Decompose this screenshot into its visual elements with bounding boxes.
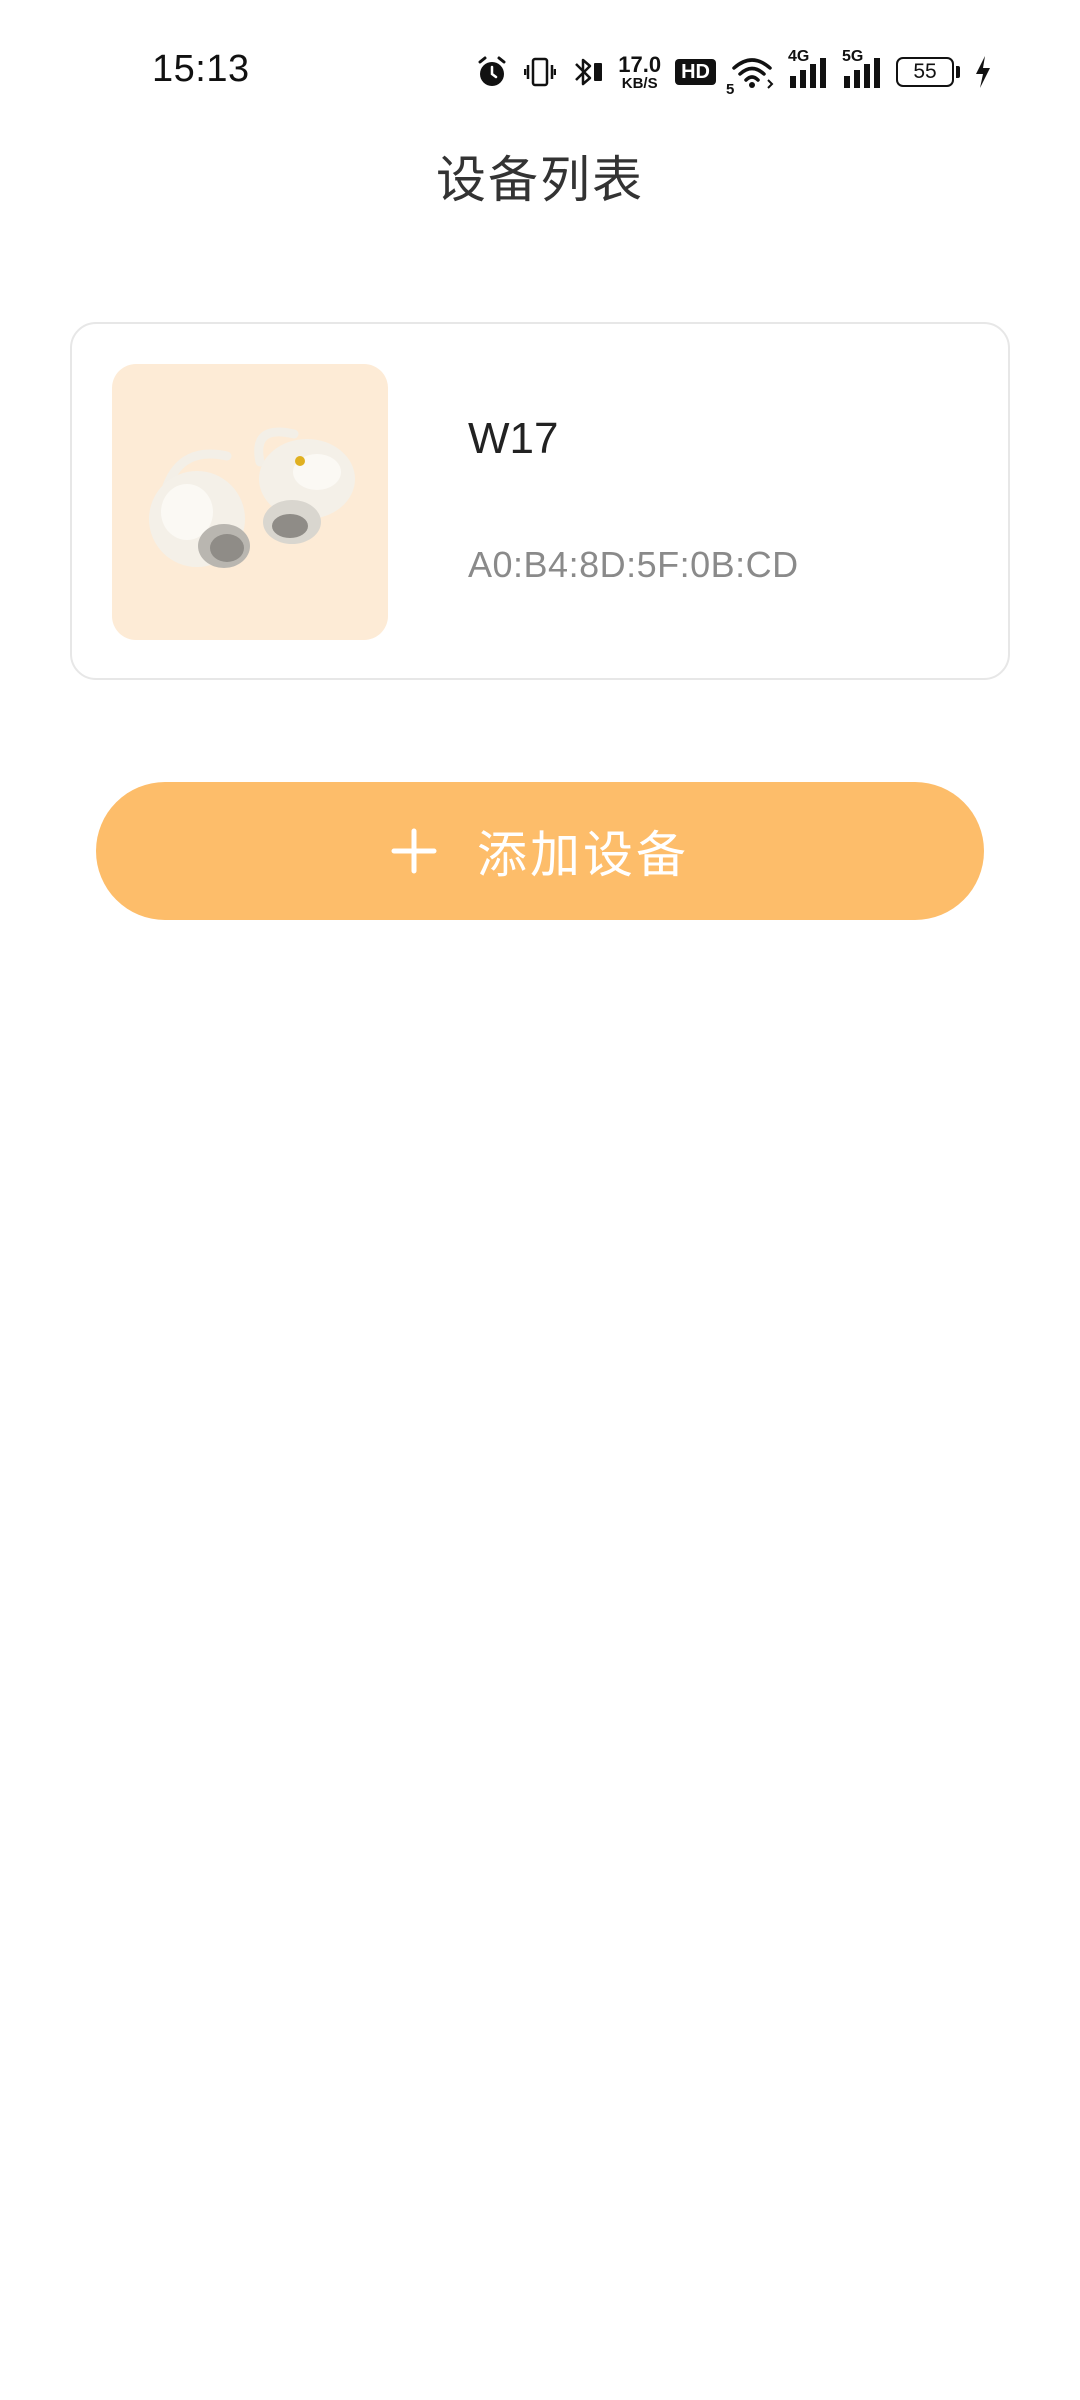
- status-icons: 17.0 KB/S HD 5 4G 5G 55: [474, 48, 992, 98]
- wifi-sub-label: 5: [726, 81, 735, 98]
- network-speed-value: 17.0: [618, 51, 662, 77]
- network-speed: 17.0 KB/S: [618, 51, 662, 92]
- charging-icon: [974, 55, 992, 89]
- battery-level: 55: [896, 57, 954, 87]
- device-name: W17: [468, 414, 559, 463]
- vibrate-icon: [524, 54, 557, 90]
- signal-4g-icon: 4G: [788, 48, 828, 90]
- add-device-button[interactable]: 添加设备: [96, 782, 984, 920]
- plus-icon: [391, 828, 437, 874]
- battery-icon: 55: [896, 57, 960, 87]
- status-time: 15:13: [152, 48, 250, 90]
- earbuds-image: [112, 364, 388, 640]
- add-device-label: 添加设备: [477, 826, 689, 884]
- signal-5g-icon: 5G: [842, 48, 882, 90]
- network-speed-unit: KB/S: [621, 74, 658, 92]
- alarm-icon: [474, 54, 510, 90]
- device-card[interactable]: W17 A0:B4:8D:5F:0B:CD: [70, 322, 1010, 680]
- wifi-icon: 5: [726, 54, 774, 98]
- net-5g-label: 5G: [842, 48, 864, 65]
- bluetooth-icon: [570, 54, 604, 90]
- hd-icon: HD: [675, 59, 716, 85]
- device-mac-address: A0:B4:8D:5F:0B:CD: [468, 544, 799, 585]
- page-title: 设备列表: [436, 151, 644, 209]
- net-4g-label: 4G: [788, 48, 810, 65]
- status-bar: 15:13 17.0 KB/S HD 5 4G 5G 55: [0, 0, 1080, 140]
